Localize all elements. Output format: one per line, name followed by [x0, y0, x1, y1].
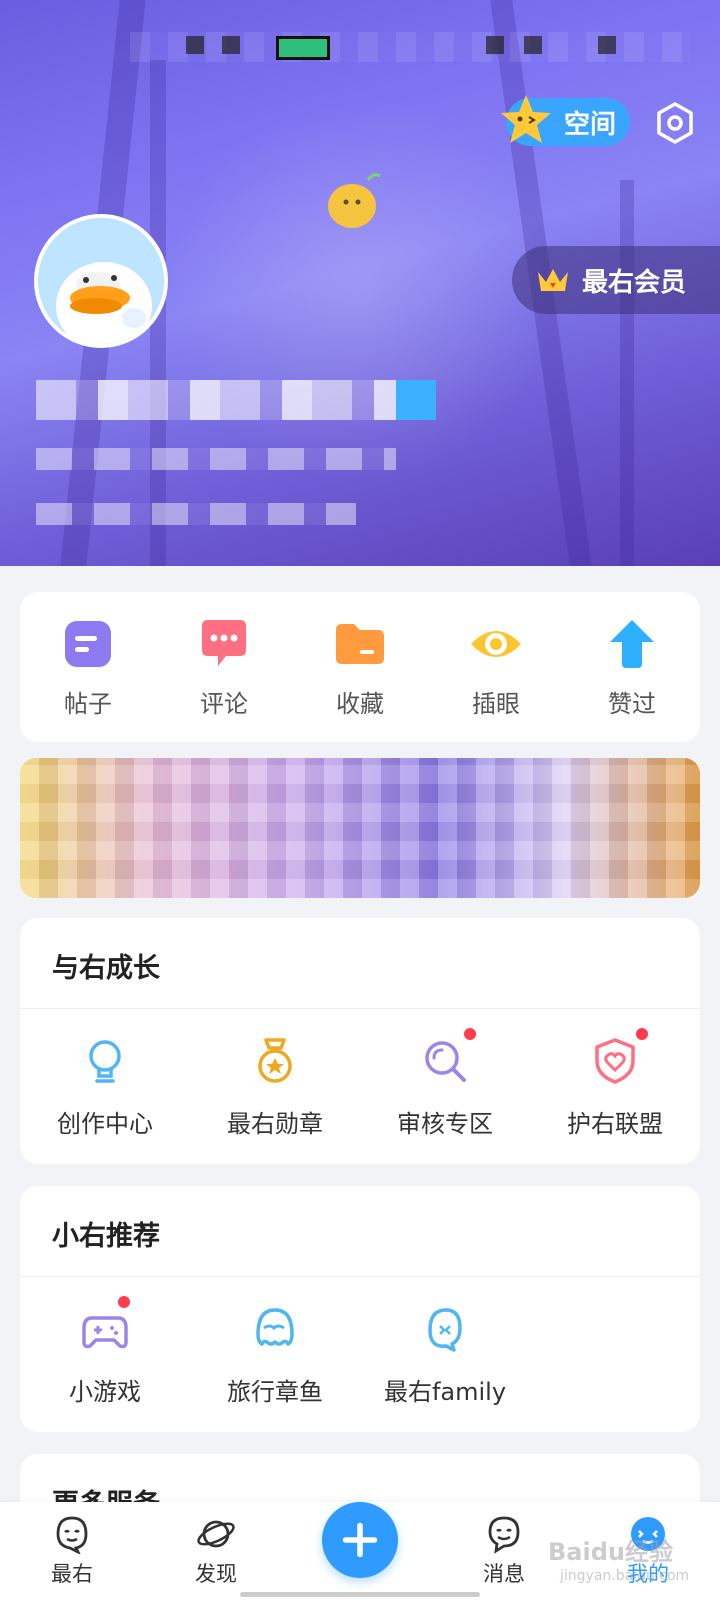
growth-item-label: 创作中心 [57, 1110, 153, 1138]
recommend-item-family[interactable]: 最右family [360, 1284, 530, 1407]
quick-action-liked[interactable]: 赞过 [577, 616, 687, 719]
comment-icon [202, 619, 246, 666]
moon-mascot-illustration [315, 160, 440, 250]
growth-item-medals[interactable]: 最右勋章 [190, 1016, 360, 1139]
recommend-item-label: 旅行章鱼 [227, 1378, 323, 1406]
vip-label: 最右会员 [582, 267, 687, 298]
battery-icon [276, 36, 330, 60]
recommend-item-travel-octopus[interactable]: 旅行章鱼 [190, 1284, 360, 1407]
magnifier-icon [425, 1041, 466, 1082]
mascot-face-icon [56, 1516, 88, 1554]
status-icon [222, 36, 240, 54]
tab-home[interactable]: 最右 [17, 1514, 127, 1600]
status-icon [598, 36, 616, 54]
profile-bio-blurred [36, 503, 356, 525]
growth-section: 与右成长 创作中心 最右勋章 审核专区 护右联盟 [20, 918, 700, 1164]
tab-label: 最右 [51, 1562, 93, 1586]
plus-icon [342, 1522, 378, 1558]
growth-item-review-zone[interactable]: 审核专区 [360, 1016, 530, 1139]
quick-action-label: 评论 [200, 689, 248, 718]
family-mascot-icon [428, 1308, 462, 1352]
watermark-url: jingyan.baidu.com [560, 1568, 690, 1584]
status-icon [486, 36, 504, 54]
growth-item-creator-center[interactable]: 创作中心 [20, 1016, 190, 1139]
message-face-icon [488, 1516, 520, 1554]
growth-item-guardian-alliance[interactable]: 护右联盟 [530, 1016, 700, 1139]
quick-action-posts[interactable]: 帖子 [33, 616, 143, 719]
divider [20, 1276, 700, 1277]
star-mascot-icon [501, 95, 551, 143]
eye-icon [471, 630, 521, 657]
level-badge-blurred [396, 380, 436, 420]
tab-label: 消息 [483, 1562, 525, 1586]
growth-item-label: 最右勋章 [227, 1110, 323, 1138]
notification-dot [462, 1026, 478, 1042]
planet-icon [197, 1520, 235, 1548]
octopus-icon [256, 1308, 294, 1346]
quick-action-comments[interactable]: 评论 [169, 616, 279, 719]
status-icon [524, 36, 542, 54]
space-button[interactable]: 空间 [501, 95, 630, 146]
notification-dot [634, 1026, 650, 1042]
tab-label: 发现 [195, 1562, 237, 1586]
recommend-item-empty [530, 1284, 700, 1407]
notification-dot [116, 1294, 132, 1310]
quick-actions-card: 帖子 评论 收藏 插眼 赞过 [20, 592, 700, 742]
banner-mosaic [20, 758, 700, 898]
create-post-button[interactable] [322, 1502, 398, 1578]
watermark: Baidu经验 [548, 1538, 673, 1566]
profile-header: 空间 最右会员 [0, 0, 720, 566]
settings-icon[interactable] [653, 101, 697, 145]
duck-avatar-icon [38, 218, 164, 344]
quick-action-label: 帖子 [64, 689, 112, 718]
growth-item-label: 审核专区 [397, 1110, 493, 1138]
quick-action-label: 收藏 [336, 689, 384, 718]
upvote-icon [610, 619, 654, 668]
avatar[interactable] [34, 214, 168, 348]
recommend-item-label: 最右family [383, 1378, 507, 1406]
crown-icon [538, 269, 568, 291]
quick-action-label: 插眼 [472, 689, 520, 718]
header-tree-decoration [620, 180, 634, 566]
quick-action-favorites[interactable]: 收藏 [305, 616, 415, 719]
recommend-item-label: 小游戏 [69, 1378, 141, 1406]
gamepad-icon [82, 1316, 128, 1349]
recommend-item-mini-games[interactable]: 小游戏 [20, 1284, 190, 1407]
status-icon [186, 36, 204, 54]
section-title: 小右推荐 [52, 1221, 160, 1252]
tab-post[interactable] [305, 1502, 415, 1600]
tab-discover[interactable]: 发现 [161, 1514, 271, 1600]
vip-membership-button[interactable]: 最右会员 [512, 246, 720, 314]
tab-messages[interactable]: 消息 [449, 1514, 559, 1600]
growth-item-label: 护右联盟 [567, 1110, 663, 1138]
space-button-label: 空间 [563, 109, 616, 140]
shield-heart-icon [595, 1038, 635, 1084]
profile-stats-blurred [36, 448, 396, 470]
promo-banner-blurred[interactable] [20, 758, 700, 898]
quick-action-bookmarks[interactable]: 插眼 [441, 616, 551, 719]
recommend-section: 小右推荐 小游戏 旅行章鱼 最右family [20, 1186, 700, 1432]
username-blurred [36, 380, 436, 420]
quick-action-label: 赞过 [608, 689, 656, 718]
home-indicator[interactable] [240, 1592, 480, 1597]
folder-icon [336, 623, 384, 664]
lightbulb-icon [89, 1040, 121, 1083]
section-title: 与右成长 [52, 953, 160, 984]
post-icon [65, 620, 111, 667]
medal-icon [258, 1038, 292, 1083]
divider [20, 1008, 700, 1009]
